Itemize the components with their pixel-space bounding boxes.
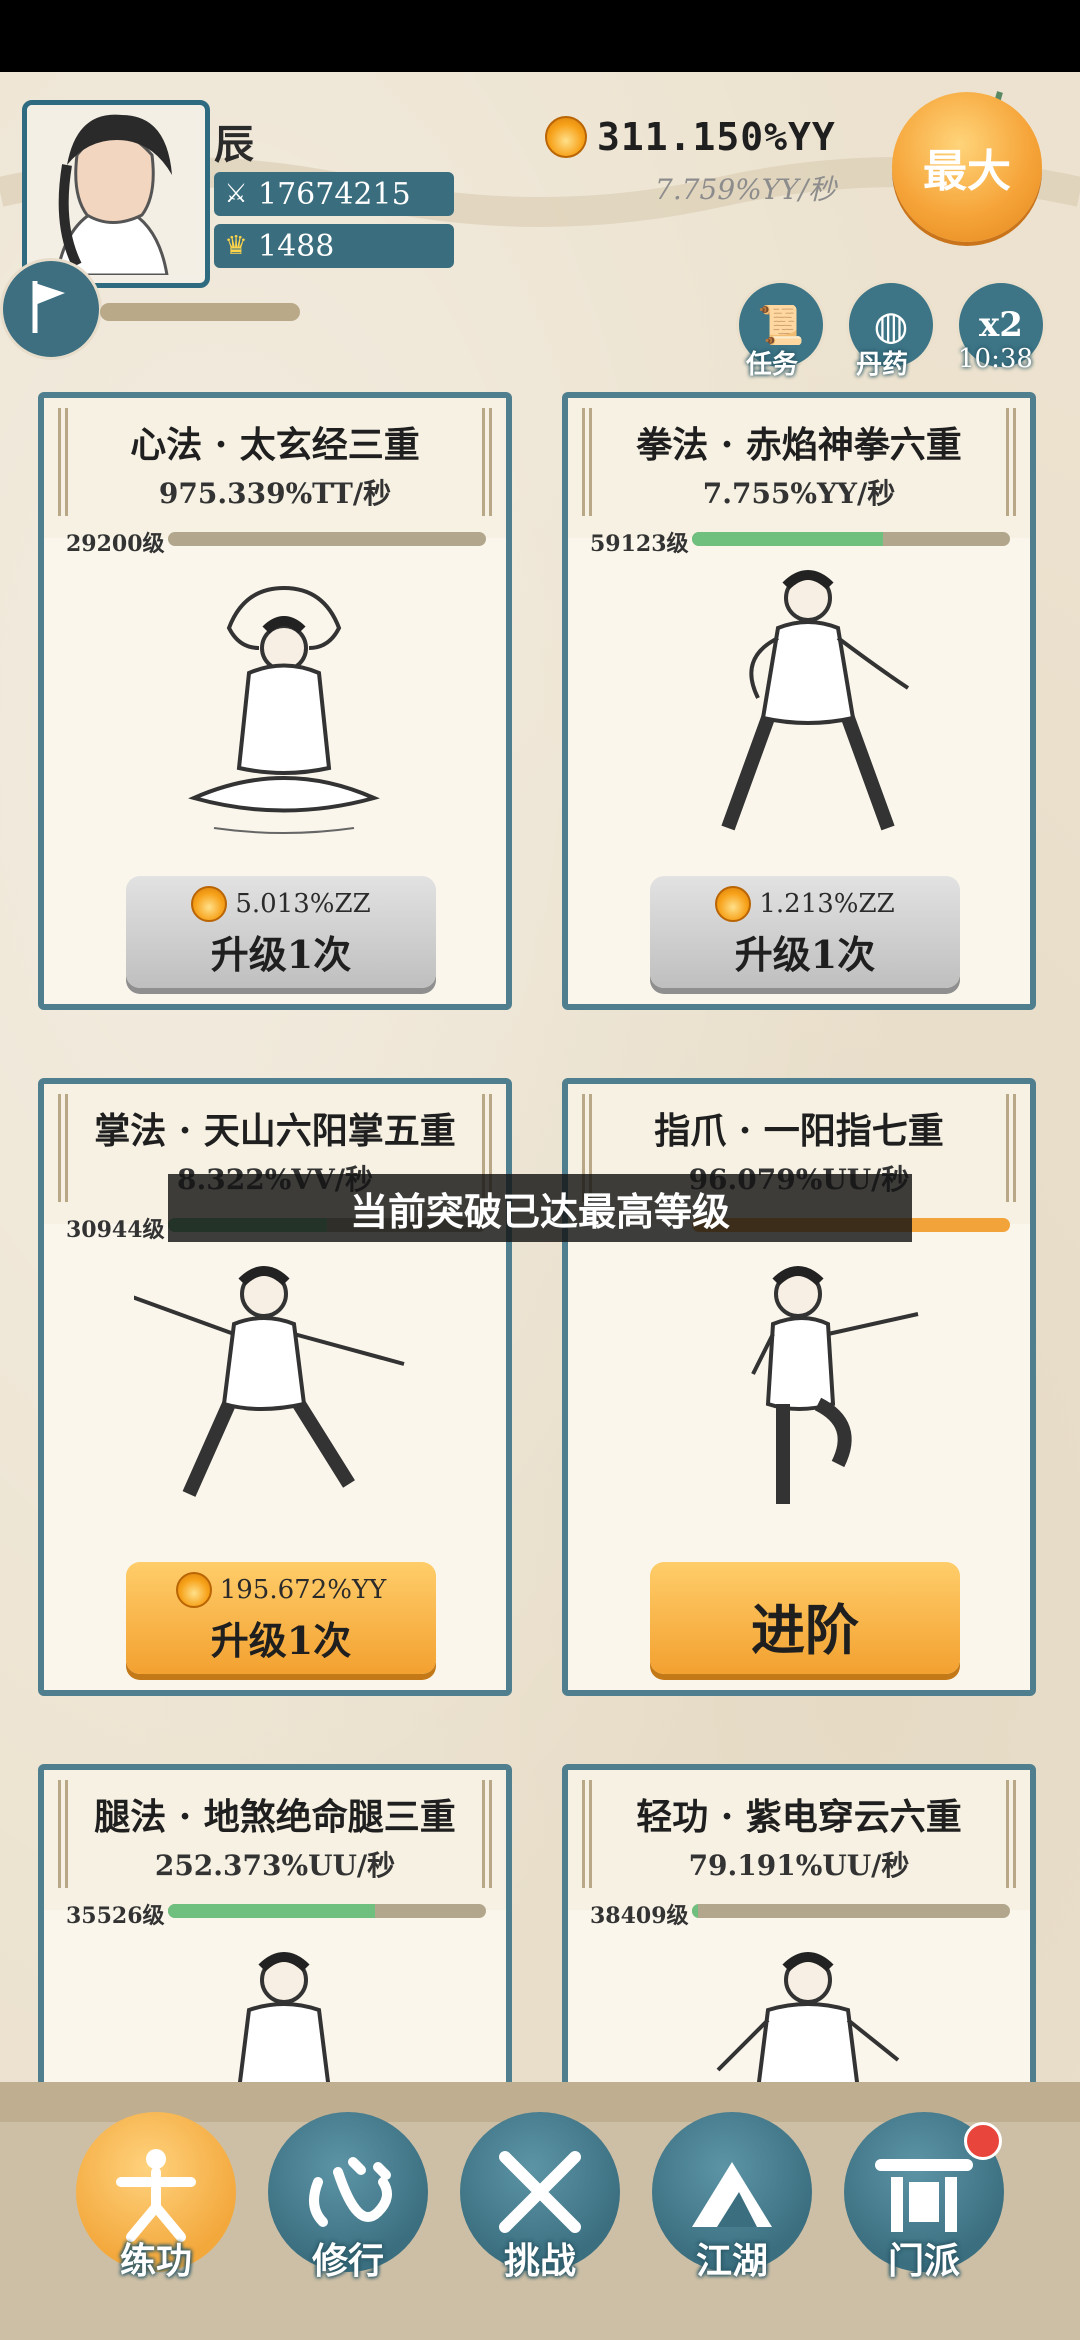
nav-sect-label: 门派	[887, 2240, 960, 2282]
gold-stat: ♛ 1488	[214, 224, 454, 268]
skill-name: 轻功 · 紫电穿云六重	[636, 1796, 962, 1838]
gate-icon	[875, 2159, 973, 2232]
gold-ingot-icon: ♛	[224, 231, 248, 261]
leg-stance-figure	[237, 1952, 331, 2088]
sect-flag-button[interactable]	[0, 258, 102, 360]
currency-total-value: 311.150%YY	[597, 115, 836, 159]
upgrade-button[interactable]: 1.213%ZZ 升级1次	[650, 876, 960, 988]
upgrade-button[interactable]: 5.013%ZZ 升级1次	[126, 876, 436, 988]
sect-progress-bar	[100, 303, 300, 321]
one-leg-stance-figure	[751, 1266, 919, 1504]
skill-level: 38409级	[590, 1903, 689, 1929]
practice-icon	[116, 2149, 196, 2242]
currency-rate: 7.759%YY/秒	[655, 173, 837, 206]
pill-bowl-icon: ◍	[873, 301, 909, 349]
double-speed-timer: 10:38	[958, 344, 1033, 374]
skill-card-mind: 心法 · 太玄经三重 975.339%TT/秒 29200级 5.013%ZZ …	[38, 392, 512, 1010]
skill-name: 腿法 · 地煞绝命腿三重	[94, 1796, 456, 1838]
skill-progress-fill	[168, 532, 486, 546]
upgrade-cost: 5.013%ZZ	[126, 886, 436, 922]
mountain-icon	[692, 2162, 772, 2227]
quest-label: 任务	[746, 350, 799, 380]
skill-rate: 79.191%UU/秒	[688, 1849, 910, 1882]
palm-stance-figure	[134, 1266, 405, 1497]
skill-rate: 7.755%YY/秒	[702, 477, 896, 510]
avatar-portrait	[27, 105, 197, 277]
upgrade-cost: 195.672%YY	[126, 1572, 436, 1608]
skill-name: 心法 · 太玄经三重	[130, 424, 420, 466]
crossed-swords-icon: ⚔	[224, 179, 248, 209]
meditating-figure	[188, 586, 380, 834]
skill-progress-bar	[692, 532, 1010, 546]
max-button[interactable]: 最大	[892, 92, 1042, 242]
skill-rate: 252.373%UU/秒	[154, 1849, 396, 1882]
skill-progress-bar	[168, 532, 486, 546]
skill-progress-bar	[692, 1904, 1010, 1918]
currency-total: 311.150%YY	[545, 115, 836, 159]
fire-coin-icon	[545, 116, 587, 158]
lightness-stance-figure	[716, 1952, 900, 2088]
scroll-icon: 📜	[757, 302, 805, 347]
notification-dot	[964, 2122, 1002, 2160]
skill-card-fist: 拳法 · 赤焰神拳六重 7.755%YY/秒 59123级 1.213%ZZ 升…	[562, 392, 1036, 1010]
upgrade-label: 升级1次	[210, 1618, 352, 1663]
skill-level: 35526级	[66, 1903, 165, 1929]
skill-progress-fill	[692, 1904, 699, 1918]
fire-coin-icon	[191, 886, 228, 922]
skill-progress-bar	[168, 1904, 486, 1918]
skill-rate: 975.339%TT/秒	[158, 477, 392, 510]
skill-name: 拳法 · 赤焰神拳六重	[636, 424, 962, 466]
skill-name: 指爪 · 一阳指七重	[654, 1110, 944, 1152]
fire-coin-icon	[175, 1572, 212, 1608]
nav-cultivate-label: 修行	[311, 2240, 384, 2282]
power-stat: ⚔ 17674215	[214, 172, 454, 216]
skill-progress-fill	[692, 532, 883, 546]
skill-level: 29200级	[66, 531, 165, 557]
skill-level: 30944级	[66, 1217, 165, 1243]
skill-card-lightness: 轻功 · 紫电穿云六重 79.191%UU/秒 38409级	[562, 1764, 1036, 2094]
gold-value: 1488	[258, 228, 335, 264]
skill-progress-fill	[168, 1904, 375, 1918]
nav-challenge-label: 挑战	[503, 2240, 576, 2282]
upgrade-label: 升级1次	[210, 932, 352, 977]
toast-message: 当前突破已达最高等级	[168, 1174, 912, 1242]
swords-icon	[499, 2151, 581, 2233]
heart-icon	[309, 2157, 392, 2227]
upgrade-cost-value: 5.013%ZZ	[235, 889, 371, 919]
fire-coin-icon	[715, 886, 752, 922]
upgrade-cost: 1.213%ZZ	[650, 886, 960, 922]
player-name: 辰	[214, 121, 254, 168]
fist-stance-figure	[721, 570, 910, 831]
power-value: 17674215	[258, 176, 411, 212]
skill-level: 59123级	[590, 531, 689, 557]
upgrade-cost-value: 1.213%ZZ	[759, 889, 895, 919]
advance-button[interactable]: 进阶	[650, 1562, 960, 1674]
status-bar	[0, 0, 1080, 72]
nav-practice-label: 练功	[119, 2240, 192, 2282]
skill-name: 掌法 · 天山六阳掌五重	[94, 1110, 456, 1152]
skill-card-leg: 腿法 · 地煞绝命腿三重 252.373%UU/秒 35526级	[38, 1764, 512, 2094]
skill-card-finger: 指爪 · 一阳指七重 96.079%UU/秒 进阶	[562, 1078, 1036, 1696]
upgrade-label: 升级1次	[734, 932, 876, 977]
advance-label: 进阶	[751, 1598, 859, 1662]
pill-label: 丹药	[856, 350, 909, 380]
skill-card-palm: 掌法 · 天山六阳掌五重 8.322%VV/秒 30944级 195.672%Y…	[38, 1078, 512, 1696]
upgrade-button[interactable]: 195.672%YY 升级1次	[126, 1562, 436, 1674]
nav-jianghu-label: 江湖	[695, 2240, 768, 2282]
upgrade-cost-value: 195.672%YY	[219, 1575, 387, 1605]
flag-icon	[32, 281, 65, 333]
